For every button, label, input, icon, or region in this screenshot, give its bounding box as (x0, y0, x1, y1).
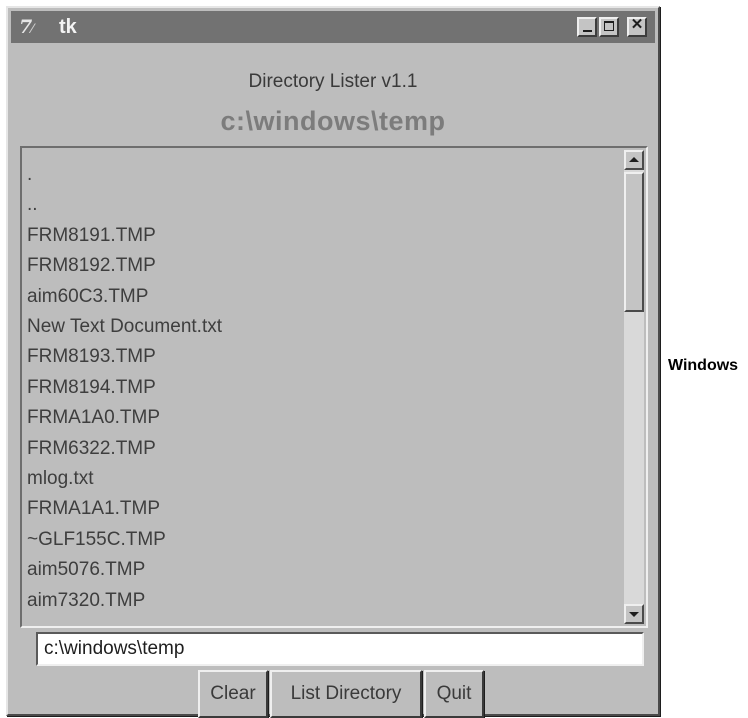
file-list-item[interactable]: ~GLF155C.TMP (27, 525, 587, 555)
file-list-item[interactable]: aim7320.TMP (27, 586, 587, 616)
close-icon: ✕ (630, 16, 644, 33)
quit-button[interactable]: Quit (424, 670, 484, 718)
close-button[interactable]: ✕ (627, 17, 647, 37)
window-title: tk (59, 16, 77, 38)
app-heading: Directory Lister v1.1 (248, 71, 418, 92)
scroll-down-button[interactable] (624, 604, 644, 624)
file-listbox[interactable]: ... FRM8191.TMP FRM8192.TMP aim60C3.TMP New … (20, 146, 648, 628)
file-list-item[interactable]: FRMA1A1.TMP (27, 494, 587, 524)
minimize-icon (583, 30, 592, 32)
file-list-item[interactable]: FRMA1A0.TMP (27, 403, 587, 433)
maximize-icon (604, 21, 614, 31)
scroll-up-button[interactable] (624, 150, 644, 170)
side-caption: Windows (668, 357, 739, 374)
minimize-button[interactable] (577, 17, 597, 37)
vertical-scrollbar[interactable] (624, 150, 644, 624)
clear-button[interactable]: Clear (198, 670, 268, 718)
maximize-button[interactable] (599, 17, 619, 37)
file-list[interactable]: ... FRM8191.TMP FRM8192.TMP aim60C3.TMP New … (24, 150, 622, 624)
file-list-item[interactable]: FRM8193.TMP (27, 342, 587, 372)
file-list-item[interactable]: FRM8194.TMP (27, 373, 587, 403)
file-list-item[interactable]: .. (27, 190, 587, 220)
list-directory-button[interactable]: List Directory (270, 670, 422, 718)
path-entry-field[interactable] (36, 632, 644, 666)
file-list-item[interactable]: . (27, 160, 587, 190)
tk-window: 7 ⁄ tk ✕ Directory Lister v1.1 c:\windows… (6, 6, 660, 718)
title-bar[interactable]: 7 ⁄ tk ✕ (11, 11, 655, 43)
file-list-item[interactable]: aim5076.TMP (27, 555, 587, 585)
file-list-item[interactable]: FRM8192.TMP (27, 251, 587, 281)
file-list-item[interactable]: New Text Document.txt (27, 312, 587, 342)
arrow-down-icon (629, 612, 639, 617)
current-path-heading: c:\windows\temp (220, 106, 446, 136)
file-list-item[interactable]: FRM6322.TMP (27, 434, 587, 464)
file-list-item[interactable]: aim60C3.TMP (27, 282, 587, 312)
tk-feather-icon[interactable]: 7 ⁄ (19, 15, 45, 39)
arrow-up-icon (629, 157, 639, 162)
file-list-item[interactable]: mlog.txt (27, 464, 587, 494)
file-list-item[interactable]: FRM8191.TMP (27, 221, 587, 251)
scrollbar-thumb[interactable] (624, 172, 644, 312)
